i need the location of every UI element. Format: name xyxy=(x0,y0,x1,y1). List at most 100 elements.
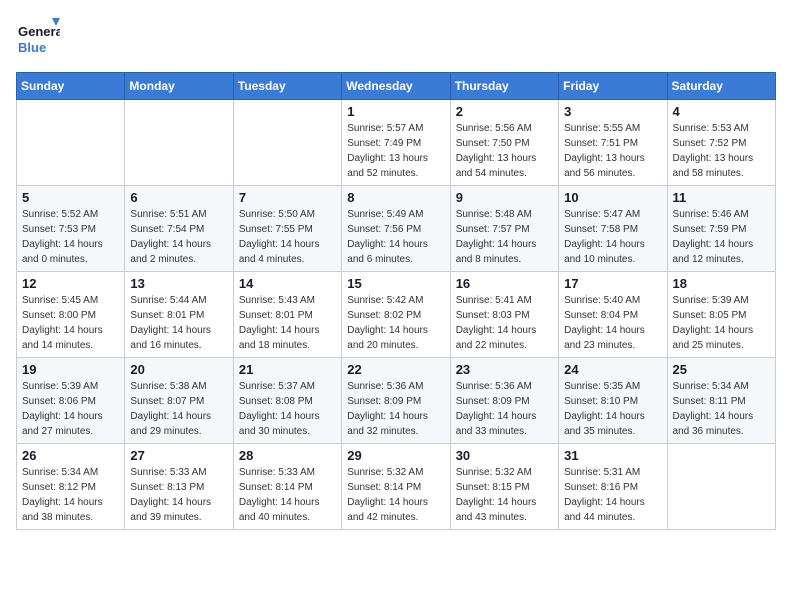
day-info: Sunrise: 5:34 AMSunset: 8:12 PMDaylight:… xyxy=(22,465,119,525)
calendar-cell: 20 Sunrise: 5:38 AMSunset: 8:07 PMDayligh… xyxy=(125,358,233,444)
calendar-cell xyxy=(17,100,125,186)
day-info: Sunrise: 5:47 AMSunset: 7:58 PMDaylight:… xyxy=(564,207,661,267)
day-info: Sunrise: 5:52 AMSunset: 7:53 PMDaylight:… xyxy=(22,207,119,267)
day-number: 10 xyxy=(564,190,661,205)
calendar-cell: 30 Sunrise: 5:32 AMSunset: 8:15 PMDayligh… xyxy=(450,444,558,530)
day-info: Sunrise: 5:35 AMSunset: 8:10 PMDaylight:… xyxy=(564,379,661,439)
day-info: Sunrise: 5:53 AMSunset: 7:52 PMDaylight:… xyxy=(673,121,770,181)
day-info: Sunrise: 5:32 AMSunset: 8:14 PMDaylight:… xyxy=(347,465,444,525)
day-info: Sunrise: 5:49 AMSunset: 7:56 PMDaylight:… xyxy=(347,207,444,267)
day-number: 20 xyxy=(130,362,227,377)
calendar-cell: 12 Sunrise: 5:45 AMSunset: 8:00 PMDayligh… xyxy=(17,272,125,358)
day-number: 29 xyxy=(347,448,444,463)
day-number: 12 xyxy=(22,276,119,291)
calendar-table: SundayMondayTuesdayWednesdayThursdayFrid… xyxy=(16,72,776,530)
day-info: Sunrise: 5:48 AMSunset: 7:57 PMDaylight:… xyxy=(456,207,553,267)
day-number: 7 xyxy=(239,190,336,205)
weekday-header-thursday: Thursday xyxy=(450,73,558,100)
day-number: 16 xyxy=(456,276,553,291)
weekday-header-monday: Monday xyxy=(125,73,233,100)
day-number: 30 xyxy=(456,448,553,463)
day-number: 1 xyxy=(347,104,444,119)
day-number: 23 xyxy=(456,362,553,377)
calendar-cell: 27Sunrise: 5:33 AMSunset: 8:13 PMDayligh… xyxy=(125,444,233,530)
day-info: Sunrise: 5:42 AMSunset: 8:02 PMDaylight:… xyxy=(347,293,444,353)
day-number: 14 xyxy=(239,276,336,291)
calendar-cell: 23 Sunrise: 5:36 AMSunset: 8:09 PMDayligh… xyxy=(450,358,558,444)
day-info: Sunrise: 5:39 AMSunset: 8:06 PMDaylight:… xyxy=(22,379,119,439)
day-number: 17 xyxy=(564,276,661,291)
day-number: 27 xyxy=(130,448,227,463)
svg-text:Blue: Blue xyxy=(18,40,46,55)
day-info: Sunrise: 5:33 AMSunset: 8:14 PMDaylight:… xyxy=(239,465,336,525)
calendar-week-4: 19Sunrise: 5:39 AMSunset: 8:06 PMDayligh… xyxy=(17,358,776,444)
weekday-header-sunday: Sunday xyxy=(17,73,125,100)
logo-svg: General Blue xyxy=(16,16,60,60)
calendar-cell: 3 Sunrise: 5:55 AMSunset: 7:51 PMDaylight… xyxy=(559,100,667,186)
calendar-cell: 10 Sunrise: 5:47 AMSunset: 7:58 PMDayligh… xyxy=(559,186,667,272)
calendar-cell: 22 Sunrise: 5:36 AMSunset: 8:09 PMDayligh… xyxy=(342,358,450,444)
day-info: Sunrise: 5:36 AMSunset: 8:09 PMDaylight:… xyxy=(456,379,553,439)
day-number: 26 xyxy=(22,448,119,463)
day-info: Sunrise: 5:55 AMSunset: 7:51 PMDaylight:… xyxy=(564,121,661,181)
day-number: 4 xyxy=(673,104,770,119)
day-info: Sunrise: 5:51 AMSunset: 7:54 PMDaylight:… xyxy=(130,207,227,267)
day-info: Sunrise: 5:44 AMSunset: 8:01 PMDaylight:… xyxy=(130,293,227,353)
day-number: 3 xyxy=(564,104,661,119)
calendar-cell: 31 Sunrise: 5:31 AMSunset: 8:16 PMDayligh… xyxy=(559,444,667,530)
calendar-cell xyxy=(125,100,233,186)
weekday-header-saturday: Saturday xyxy=(667,73,775,100)
calendar-cell: 1 Sunrise: 5:57 AMSunset: 7:49 PMDaylight… xyxy=(342,100,450,186)
calendar-cell: 25 Sunrise: 5:34 AMSunset: 8:11 PMDayligh… xyxy=(667,358,775,444)
weekday-header-tuesday: Tuesday xyxy=(233,73,341,100)
day-number: 28 xyxy=(239,448,336,463)
day-number: 31 xyxy=(564,448,661,463)
day-info: Sunrise: 5:57 AMSunset: 7:49 PMDaylight:… xyxy=(347,121,444,181)
day-number: 6 xyxy=(130,190,227,205)
day-number: 15 xyxy=(347,276,444,291)
calendar-cell: 24 Sunrise: 5:35 AMSunset: 8:10 PMDayligh… xyxy=(559,358,667,444)
day-info: Sunrise: 5:40 AMSunset: 8:04 PMDaylight:… xyxy=(564,293,661,353)
calendar-cell xyxy=(667,444,775,530)
day-info: Sunrise: 5:38 AMSunset: 8:07 PMDaylight:… xyxy=(130,379,227,439)
day-number: 11 xyxy=(673,190,770,205)
calendar-week-3: 12 Sunrise: 5:45 AMSunset: 8:00 PMDayligh… xyxy=(17,272,776,358)
calendar-cell: 19Sunrise: 5:39 AMSunset: 8:06 PMDayligh… xyxy=(17,358,125,444)
day-info: Sunrise: 5:41 AMSunset: 8:03 PMDaylight:… xyxy=(456,293,553,353)
svg-text:General: General xyxy=(18,24,60,39)
calendar-cell: 28 Sunrise: 5:33 AMSunset: 8:14 PMDayligh… xyxy=(233,444,341,530)
day-info: Sunrise: 5:39 AMSunset: 8:05 PMDaylight:… xyxy=(673,293,770,353)
calendar-week-1: 1 Sunrise: 5:57 AMSunset: 7:49 PMDaylight… xyxy=(17,100,776,186)
day-info: Sunrise: 5:45 AMSunset: 8:00 PMDaylight:… xyxy=(22,293,119,353)
calendar-cell: 7 Sunrise: 5:50 AMSunset: 7:55 PMDaylight… xyxy=(233,186,341,272)
day-info: Sunrise: 5:34 AMSunset: 8:11 PMDaylight:… xyxy=(673,379,770,439)
weekday-header-wednesday: Wednesday xyxy=(342,73,450,100)
page-header: General Blue xyxy=(16,16,776,60)
calendar-cell: 9 Sunrise: 5:48 AMSunset: 7:57 PMDaylight… xyxy=(450,186,558,272)
calendar-cell: 4 Sunrise: 5:53 AMSunset: 7:52 PMDaylight… xyxy=(667,100,775,186)
day-info: Sunrise: 5:56 AMSunset: 7:50 PMDaylight:… xyxy=(456,121,553,181)
day-number: 9 xyxy=(456,190,553,205)
weekday-header-row: SundayMondayTuesdayWednesdayThursdayFrid… xyxy=(17,73,776,100)
calendar-cell: 14Sunrise: 5:43 AMSunset: 8:01 PMDayligh… xyxy=(233,272,341,358)
day-number: 22 xyxy=(347,362,444,377)
calendar-cell: 6 Sunrise: 5:51 AMSunset: 7:54 PMDaylight… xyxy=(125,186,233,272)
day-number: 21 xyxy=(239,362,336,377)
calendar-cell: 21 Sunrise: 5:37 AMSunset: 8:08 PMDayligh… xyxy=(233,358,341,444)
logo: General Blue xyxy=(16,16,60,60)
calendar-cell: 13 Sunrise: 5:44 AMSunset: 8:01 PMDayligh… xyxy=(125,272,233,358)
calendar-cell xyxy=(233,100,341,186)
day-number: 13 xyxy=(130,276,227,291)
day-number: 8 xyxy=(347,190,444,205)
day-info: Sunrise: 5:36 AMSunset: 8:09 PMDaylight:… xyxy=(347,379,444,439)
calendar-cell: 26 Sunrise: 5:34 AMSunset: 8:12 PMDayligh… xyxy=(17,444,125,530)
day-number: 24 xyxy=(564,362,661,377)
day-info: Sunrise: 5:37 AMSunset: 8:08 PMDaylight:… xyxy=(239,379,336,439)
day-info: Sunrise: 5:46 AMSunset: 7:59 PMDaylight:… xyxy=(673,207,770,267)
day-info: Sunrise: 5:50 AMSunset: 7:55 PMDaylight:… xyxy=(239,207,336,267)
day-info: Sunrise: 5:32 AMSunset: 8:15 PMDaylight:… xyxy=(456,465,553,525)
day-number: 25 xyxy=(673,362,770,377)
day-info: Sunrise: 5:31 AMSunset: 8:16 PMDaylight:… xyxy=(564,465,661,525)
day-number: 2 xyxy=(456,104,553,119)
calendar-cell: 8 Sunrise: 5:49 AMSunset: 7:56 PMDaylight… xyxy=(342,186,450,272)
